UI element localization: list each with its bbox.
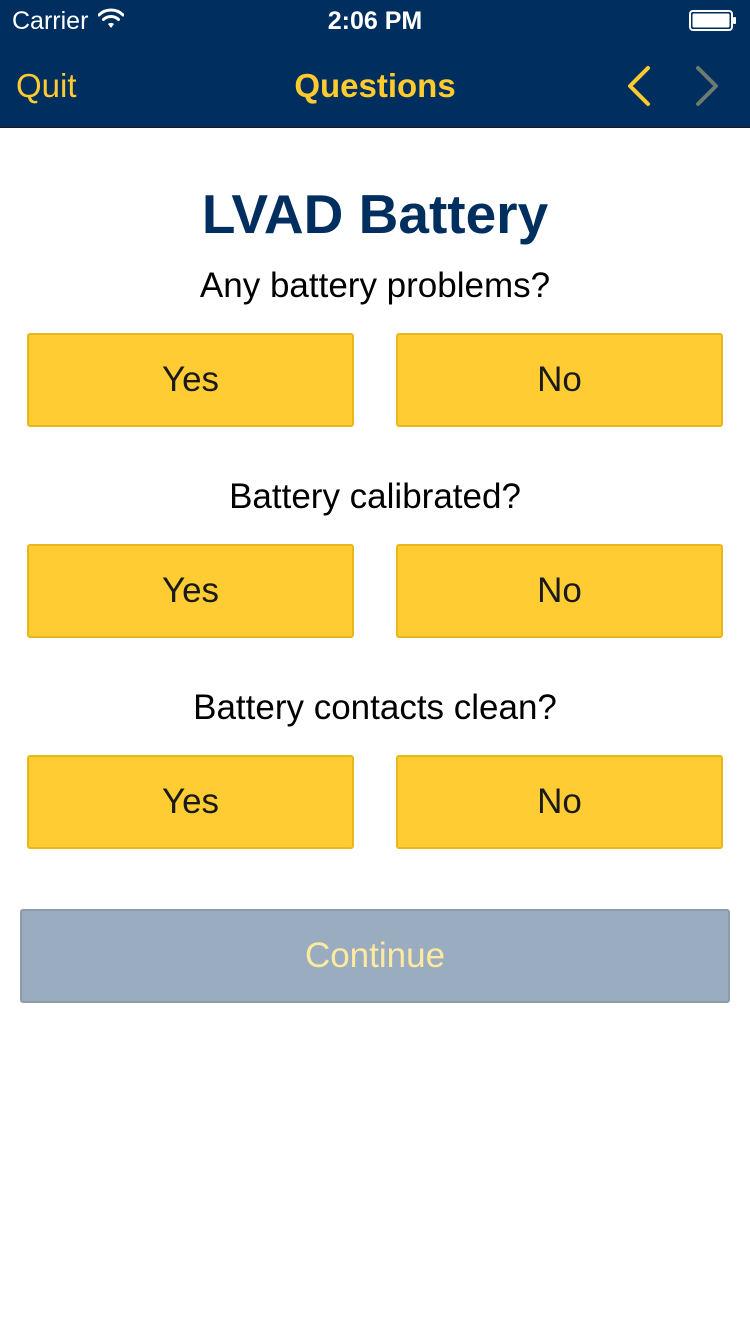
chevron-left-icon[interactable] bbox=[620, 62, 660, 110]
status-bar: Carrier 2:06 PM bbox=[0, 0, 750, 40]
yes-button[interactable]: Yes bbox=[27, 333, 354, 427]
question-label: Battery contacts clean? bbox=[193, 688, 557, 727]
battery-icon bbox=[689, 10, 736, 31]
page-title: LVAD Battery bbox=[201, 183, 549, 245]
no-button[interactable]: No bbox=[396, 544, 723, 638]
yes-button[interactable]: Yes bbox=[27, 755, 354, 849]
continue-button[interactable]: Continue bbox=[20, 909, 730, 1003]
chevron-right-icon bbox=[696, 66, 718, 106]
no-button[interactable]: No bbox=[396, 755, 723, 849]
navigation-bar: Carrier 2:06 PM Quit Questions bbox=[0, 0, 750, 128]
no-button[interactable]: No bbox=[396, 333, 723, 427]
question-label: Any battery problems? bbox=[199, 266, 551, 305]
status-time: 2:06 PM bbox=[327, 7, 423, 35]
question-label: Battery calibrated? bbox=[229, 477, 521, 516]
yes-button[interactable]: Yes bbox=[27, 544, 354, 638]
